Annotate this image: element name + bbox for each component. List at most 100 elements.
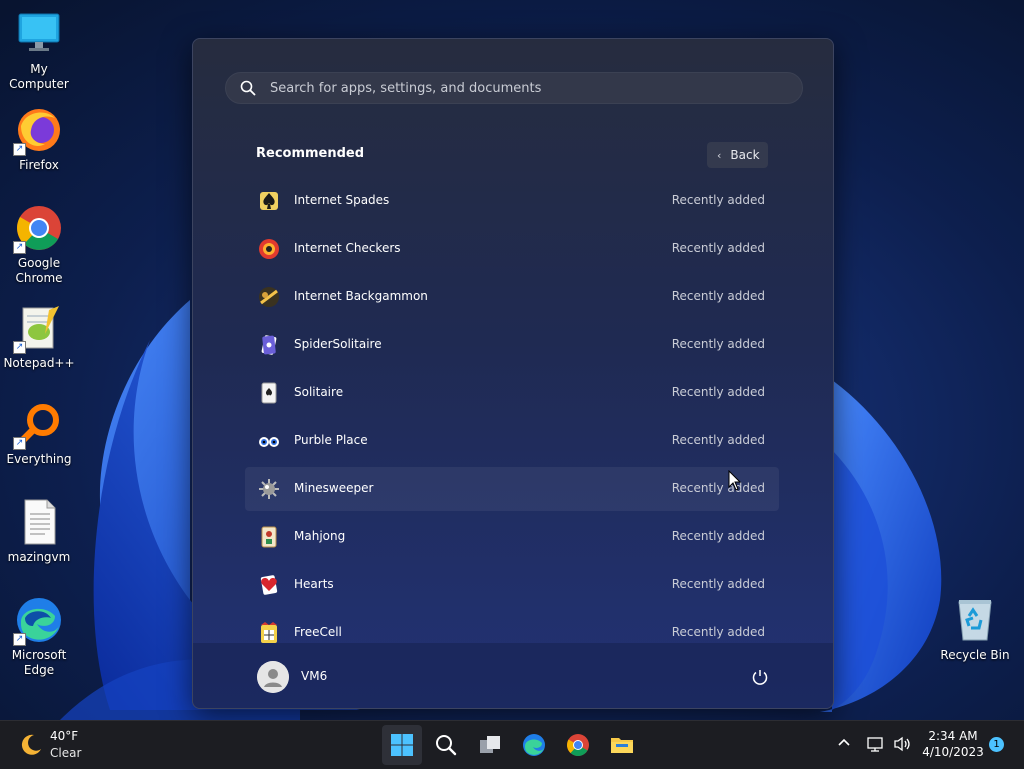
app-name: FreeCell — [294, 625, 342, 639]
desktop-icon-firefox[interactable]: ↗ Firefox — [1, 106, 77, 173]
freecell-icon — [261, 622, 277, 643]
monitor-icon — [15, 10, 63, 58]
shortcut-arrow-icon: ↗ — [13, 143, 26, 156]
user-bar: VM6 — [193, 643, 833, 708]
taskbar-clock[interactable]: 2:34 AM 4/10/2023 — [918, 728, 988, 760]
chrome-taskbar-button[interactable] — [558, 725, 598, 765]
app-subtitle: Recently added — [671, 481, 765, 495]
avatar[interactable] — [257, 661, 289, 693]
shortcut-arrow-icon: ↗ — [13, 241, 26, 254]
desktop-icon-label: mazingvm — [7, 550, 71, 564]
notification-badge[interactable]: 1 — [989, 737, 1004, 752]
start-search-box[interactable] — [225, 72, 803, 104]
weather-widget[interactable]: 40°F Clear — [16, 728, 106, 762]
checkers-game-icon — [259, 239, 279, 259]
app-name: Mahjong — [294, 529, 346, 543]
list-item-mahjong[interactable]: Mahjong Recently added — [245, 515, 779, 559]
power-icon[interactable] — [751, 668, 769, 686]
app-name: SpiderSolitaire — [294, 337, 382, 351]
back-button-label: Back — [730, 148, 760, 162]
desktop-icon-notepadpp[interactable]: ↗ Notepad++ — [1, 304, 77, 371]
network-icon[interactable] — [866, 734, 886, 754]
list-item-solitaire[interactable]: Solitaire Recently added — [245, 371, 779, 415]
chrome-icon: ↗ — [13, 204, 63, 254]
magnifier-icon: ↗ — [13, 400, 63, 450]
volume-icon[interactable] — [892, 734, 912, 754]
mouse-cursor-icon — [728, 470, 742, 491]
app-name: Internet Backgammon — [294, 289, 428, 303]
clock-time: 2:34 AM — [928, 729, 978, 743]
app-subtitle: Recently added — [671, 529, 765, 543]
app-name: Internet Checkers — [294, 241, 401, 255]
app-subtitle: Recently added — [671, 193, 765, 207]
spades-game-icon — [260, 192, 278, 210]
list-item-internet-checkers[interactable]: Internet Checkers Recently added — [245, 227, 779, 271]
recommended-title: Recommended — [256, 146, 365, 161]
spider-solitaire-icon — [261, 335, 277, 355]
moon-icon — [21, 734, 41, 755]
desktop-icon-label: Google Chrome — [15, 256, 63, 285]
list-item-internet-spades[interactable]: Internet Spades Recently added — [245, 179, 779, 223]
shortcut-arrow-icon: ↗ — [13, 633, 26, 646]
app-name: Internet Spades — [294, 193, 390, 207]
search-input[interactable] — [268, 79, 772, 97]
chevron-left-icon: ‹ — [717, 148, 722, 162]
list-item-spidersolitaire[interactable]: SpiderSolitaire Recently added — [245, 323, 779, 367]
desktop-icon-mazingvm[interactable]: mazingvm — [1, 498, 77, 565]
list-item-internet-backgammon[interactable]: Internet Backgammon Recently added — [245, 275, 779, 319]
taskbar: 40°F Clear 2:34 AM 4/10/2023 1 — [0, 720, 1024, 769]
weather-condition: Clear — [50, 746, 82, 760]
edge-icon — [523, 734, 545, 756]
desktop-icon-my-computer[interactable]: My Computer — [1, 10, 77, 92]
file-explorer-button[interactable] — [602, 725, 642, 765]
start-menu: Recommended ‹ Back Internet Spades Recen… — [192, 38, 834, 709]
desktop-icon-chrome[interactable]: ↗ Google Chrome — [1, 204, 77, 286]
list-item-hearts[interactable]: Hearts Recently added — [245, 563, 779, 607]
app-name: Solitaire — [294, 385, 344, 399]
backgammon-game-icon — [259, 287, 279, 307]
desktop-icon-everything[interactable]: ↗ Everything — [1, 400, 77, 467]
shortcut-arrow-icon: ↗ — [13, 341, 26, 354]
back-button[interactable]: ‹ Back — [707, 142, 768, 168]
desktop-icon-edge[interactable]: ↗ Microsoft Edge — [1, 596, 77, 678]
desktop-icon-label: Notepad++ — [3, 356, 75, 370]
user-icon — [257, 661, 289, 693]
hearts-icon — [260, 575, 278, 595]
list-item-purble-place[interactable]: Purble Place Recently added — [245, 419, 779, 463]
app-subtitle: Recently added — [671, 577, 765, 591]
app-subtitle: Recently added — [671, 625, 765, 639]
app-name: Purble Place — [294, 433, 368, 447]
weather-temp: 40°F — [50, 729, 79, 743]
app-subtitle: Recently added — [671, 241, 765, 255]
app-name: Hearts — [294, 577, 334, 591]
desktop-icon-label: Everything — [6, 452, 72, 466]
mahjong-icon — [261, 526, 277, 548]
app-subtitle: Recently added — [671, 337, 765, 351]
edge-icon: ↗ — [13, 596, 63, 646]
search-icon — [240, 80, 256, 96]
desktop-icon-label: Firefox — [19, 158, 59, 172]
notepadpp-icon: ↗ — [13, 304, 63, 354]
user-name[interactable]: VM6 — [301, 669, 327, 683]
task-view-button[interactable] — [470, 725, 510, 765]
purble-place-icon — [259, 437, 279, 447]
app-subtitle: Recently added — [671, 289, 765, 303]
desktop-icon-label: Microsoft Edge — [11, 648, 67, 677]
shortcut-arrow-icon: ↗ — [13, 437, 26, 450]
clock-date: 4/10/2023 — [922, 745, 984, 759]
minesweeper-icon — [259, 479, 279, 499]
desktop-icon-recycle-bin[interactable]: Recycle Bin — [937, 596, 1013, 663]
app-subtitle: Recently added — [671, 385, 765, 399]
solitaire-icon — [261, 382, 277, 404]
folder-icon — [611, 738, 633, 753]
recycle-bin-icon — [951, 596, 999, 644]
text-file-icon — [15, 498, 63, 546]
chevron-up-icon[interactable] — [836, 735, 852, 751]
desktop-icon-label: My Computer — [9, 62, 69, 91]
list-item-minesweeper[interactable]: Minesweeper Recently added — [245, 467, 779, 511]
search-button[interactable] — [426, 725, 466, 765]
windows-logo-icon — [391, 734, 413, 756]
chrome-icon — [567, 734, 589, 756]
edge-taskbar-button[interactable] — [514, 725, 554, 765]
start-button[interactable] — [382, 725, 422, 765]
